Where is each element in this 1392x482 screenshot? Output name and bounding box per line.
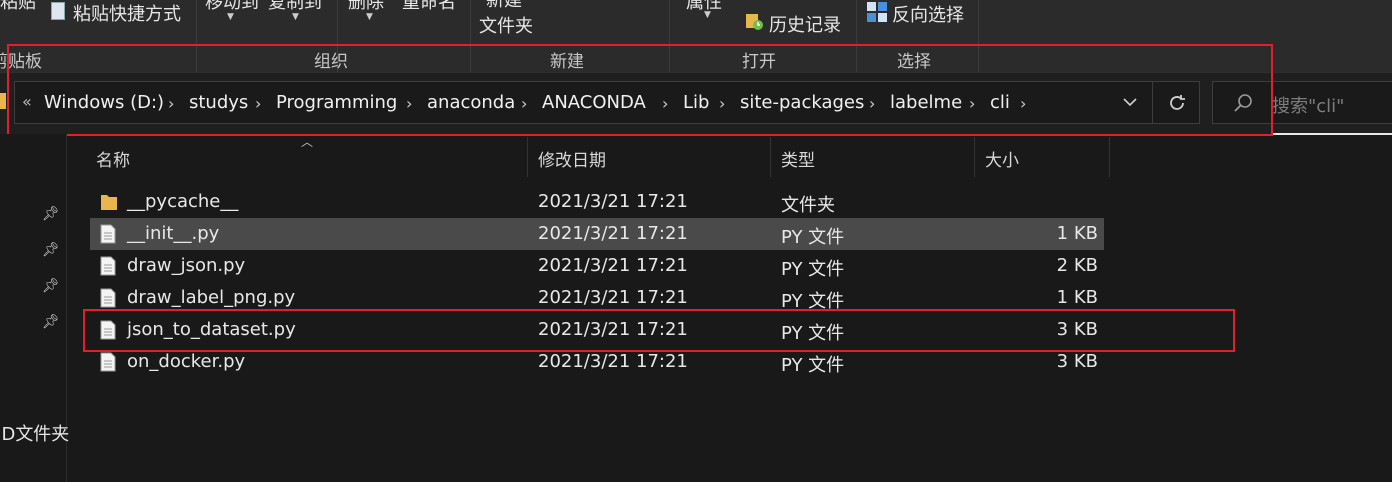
delete-dropdown-icon[interactable]: ▼ — [366, 12, 373, 22]
history-button[interactable]: 历史记录 — [769, 11, 841, 37]
nav-item-3d-objects[interactable]: 3D文件夹 — [0, 420, 69, 446]
sort-ascending-icon: ︿ — [301, 135, 314, 149]
pin-icon: 📌︎ — [42, 206, 60, 222]
folder-icon — [0, 93, 6, 109]
highlight-box-file — [83, 309, 1235, 352]
rename-button[interactable]: 重命名 — [402, 0, 456, 14]
file-row[interactable]: draw_json.py 2021/3/21 17:21 PY 文件 2 KB — [90, 250, 1104, 282]
pin-icon: 📌︎ — [42, 314, 60, 330]
file-type: PY 文件 — [781, 355, 845, 376]
file-icon — [100, 256, 116, 280]
file-modified: 2021/3/21 17:21 — [538, 255, 688, 276]
file-type: 文件夹 — [781, 195, 835, 216]
paste-shortcut-icon — [51, 2, 65, 20]
file-size: 1 KB — [1056, 223, 1098, 244]
pin-icon: 📌︎ — [42, 278, 60, 294]
file-icon — [100, 352, 116, 376]
pin-icon: 📌︎ — [42, 242, 60, 258]
file-name: on_docker.py — [127, 351, 246, 372]
file-row[interactable]: __pycache__ 2021/3/21 17:21 文件夹 — [90, 186, 1104, 218]
copy-to-dropdown-icon[interactable]: ▼ — [292, 12, 299, 22]
file-name: draw_label_png.py — [127, 287, 296, 308]
file-row[interactable]: __init__.py 2021/3/21 17:21 PY 文件 1 KB — [90, 218, 1104, 250]
file-name: draw_json.py — [127, 255, 246, 276]
invert-selection-button[interactable]: 反向选择 — [892, 1, 964, 27]
file-size: 2 KB — [1056, 255, 1098, 276]
file-size: 3 KB — [1056, 351, 1098, 372]
new-item-button[interactable]: 新建 — [486, 0, 522, 12]
paste-shortcut-button[interactable]: 粘贴快捷方式 — [73, 0, 181, 26]
folder-icon — [100, 192, 118, 216]
file-type: PY 文件 — [781, 227, 845, 248]
column-header-type[interactable]: 类型 — [781, 146, 815, 171]
file-type: PY 文件 — [781, 259, 845, 280]
search-placeholder: 搜索"cli" — [1272, 96, 1345, 117]
move-to-dropdown-icon[interactable]: ▼ — [227, 12, 234, 22]
file-modified: 2021/3/21 17:21 — [538, 191, 688, 212]
column-header-modified[interactable]: 修改日期 — [538, 146, 606, 171]
file-modified: 2021/3/21 17:21 — [538, 351, 688, 372]
file-modified: 2021/3/21 17:21 — [538, 287, 688, 308]
file-size: 1 KB — [1056, 287, 1098, 308]
divider — [1273, 133, 1392, 135]
navigation-pane[interactable]: 📌︎ 📌︎ 📌︎ 📌︎ 3D文件夹 — [0, 134, 69, 482]
file-name: __pycache__ — [127, 191, 239, 212]
column-header-name[interactable]: 名称 — [96, 146, 130, 171]
file-name: __init__.py — [127, 223, 220, 244]
paste-button[interactable]: 粘贴 — [0, 0, 36, 14]
file-modified: 2021/3/21 17:21 — [538, 223, 688, 244]
history-icon — [745, 11, 765, 31]
highlight-box-address — [7, 44, 1273, 136]
file-icon — [100, 224, 116, 248]
column-header-size[interactable]: 大小 — [985, 146, 1019, 171]
new-folder-button[interactable]: 文件夹 — [479, 12, 533, 38]
invert-selection-icon — [867, 2, 887, 22]
properties-dropdown-icon[interactable]: ▼ — [704, 10, 711, 20]
